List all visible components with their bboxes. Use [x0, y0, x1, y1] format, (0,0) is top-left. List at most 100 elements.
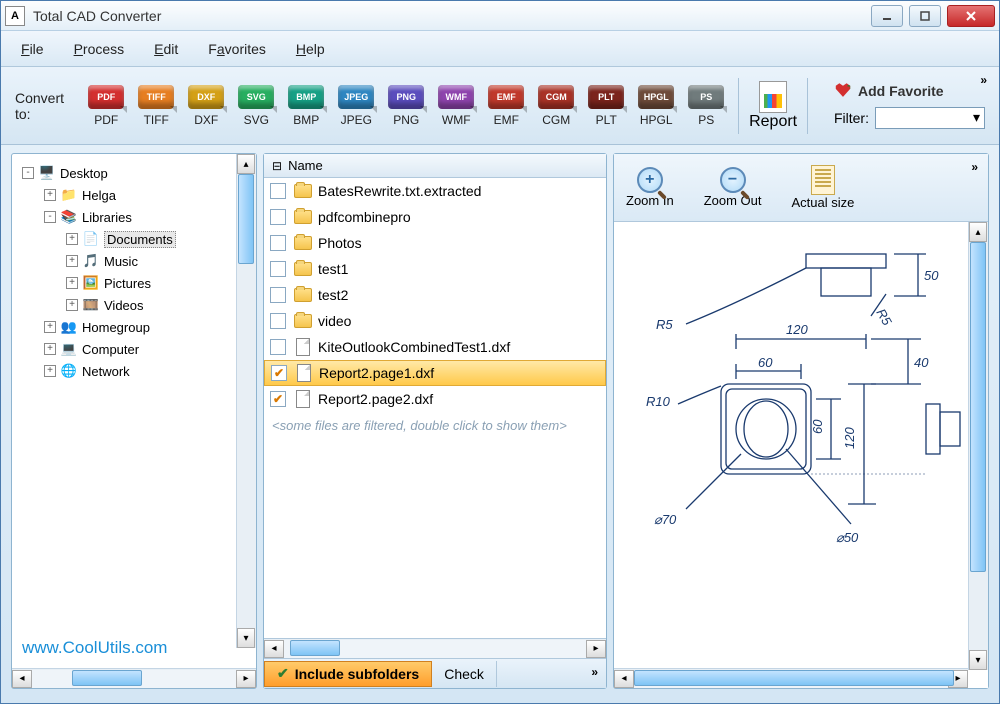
file-row[interactable]: ✔Report2.page1.dxf [264, 360, 606, 386]
file-row[interactable]: test1 [264, 256, 606, 282]
format-jpeg-button[interactable]: JPEGJPEG [334, 85, 378, 127]
format-cgm-button[interactable]: CGMCGM [534, 85, 578, 127]
zoom-out-button[interactable]: − Zoom Out [704, 167, 762, 208]
checkbox[interactable] [270, 313, 286, 329]
add-favorite-button[interactable]: Add Favorite [834, 83, 985, 99]
scroll-left-icon[interactable]: ◂ [264, 640, 284, 658]
format-plt-button[interactable]: PLTPLT [584, 85, 628, 127]
scroll-left-icon[interactable]: ◂ [12, 670, 32, 688]
check-button[interactable]: Check [432, 661, 497, 687]
filter-input[interactable]: ▾ [875, 107, 985, 129]
checkbox[interactable] [270, 339, 286, 355]
file-row[interactable]: test2 [264, 282, 606, 308]
scroll-down-icon[interactable]: ▾ [237, 628, 255, 648]
tree-item-music[interactable]: +🎵Music [14, 250, 254, 272]
file-horizontal-scrollbar[interactable]: ◂ ▸ [264, 638, 606, 658]
preview-horizontal-scrollbar[interactable]: ◂ ▸ [614, 668, 968, 688]
checkbox[interactable] [270, 183, 286, 199]
filter-hint[interactable]: <some files are filtered, double click t… [264, 412, 606, 439]
scroll-right-icon[interactable]: ▸ [236, 670, 256, 688]
include-subfolders-button[interactable]: ✔ Include subfolders [264, 661, 432, 687]
format-svg-button[interactable]: SVGSVG [234, 85, 278, 127]
file-list[interactable]: BatesRewrite.txt.extractedpdfcombineproP… [264, 178, 606, 638]
expander-icon[interactable]: + [66, 299, 78, 311]
menu-file[interactable]: File [21, 41, 44, 57]
expander-icon[interactable]: + [44, 189, 56, 201]
actual-size-button[interactable]: Actual size [791, 165, 854, 210]
menu-process[interactable]: Process [74, 41, 125, 57]
expander-icon[interactable]: + [66, 233, 78, 245]
format-tiff-button[interactable]: TIFFTIFF [134, 85, 178, 127]
minimize-button[interactable] [871, 5, 903, 27]
scroll-up-icon[interactable]: ▴ [969, 222, 987, 242]
format-label: DXF [194, 113, 218, 127]
menu-edit[interactable]: Edit [154, 41, 178, 57]
scroll-down-icon[interactable]: ▾ [969, 650, 987, 670]
tree-item-pictures[interactable]: +🖼️Pictures [14, 272, 254, 294]
close-button[interactable] [947, 5, 995, 27]
format-ps-button[interactable]: PSPS [684, 85, 728, 127]
scroll-thumb[interactable] [290, 640, 340, 656]
scroll-thumb[interactable] [72, 670, 142, 686]
file-row[interactable]: ✔Report2.page2.dxf [264, 386, 606, 412]
file-icon [296, 390, 310, 408]
tree-item-videos[interactable]: +🎞️Videos [14, 294, 254, 316]
checkbox[interactable] [270, 261, 286, 277]
format-png-button[interactable]: PNGPNG [384, 85, 428, 127]
maximize-button[interactable] [909, 5, 941, 27]
file-row[interactable]: BatesRewrite.txt.extracted [264, 178, 606, 204]
format-label: EMF [494, 113, 519, 127]
watermark-link[interactable]: www.CoolUtils.com [22, 638, 167, 658]
format-hpgl-button[interactable]: HPGLHPGL [634, 85, 678, 127]
expander-icon[interactable]: - [22, 167, 34, 179]
tree-item-label: Helga [82, 188, 116, 203]
expander-icon[interactable]: - [44, 211, 56, 223]
format-pdf-button[interactable]: PDFPDF [84, 85, 128, 127]
report-button[interactable]: Report [749, 81, 797, 131]
expander-icon[interactable]: + [44, 321, 56, 333]
menu-favorites[interactable]: Favorites [208, 41, 266, 57]
file-list-header[interactable]: ⊟ Name [264, 154, 606, 178]
checkbox[interactable]: ✔ [271, 365, 287, 381]
tree-horizontal-scrollbar[interactable]: ◂ ▸ [12, 668, 256, 688]
toolbar-overflow-icon[interactable]: » [980, 73, 987, 87]
tree-item-helga[interactable]: +📁Helga [14, 184, 254, 206]
expander-icon[interactable]: + [44, 343, 56, 355]
tree-item-computer[interactable]: +💻Computer [14, 338, 254, 360]
expander-icon[interactable]: + [66, 255, 78, 267]
format-label: PS [698, 113, 714, 127]
format-wmf-button[interactable]: WMFWMF [434, 85, 478, 127]
tree-item-desktop[interactable]: -🖥️Desktop [14, 162, 254, 184]
preview-viewport[interactable]: 50 R5 120 40 60 R10 [614, 222, 988, 688]
expander-icon[interactable]: + [66, 277, 78, 289]
tree-item-homegroup[interactable]: +👥Homegroup [14, 316, 254, 338]
preview-overflow-icon[interactable]: » [971, 160, 978, 174]
scroll-thumb[interactable] [634, 670, 954, 686]
preview-vertical-scrollbar[interactable]: ▴ ▾ [968, 222, 988, 670]
checkbox[interactable] [270, 209, 286, 225]
file-row[interactable]: video [264, 308, 606, 334]
tree-item-network[interactable]: +🌐Network [14, 360, 254, 382]
footer-overflow-icon[interactable]: » [591, 665, 598, 679]
expander-icon[interactable]: + [44, 365, 56, 377]
scroll-thumb[interactable] [238, 174, 254, 264]
format-dxf-button[interactable]: DXFDXF [184, 85, 228, 127]
scroll-up-icon[interactable]: ▴ [237, 154, 255, 174]
tree-vertical-scrollbar[interactable]: ▴ ▾ [236, 154, 256, 648]
format-bmp-button[interactable]: BMPBMP [284, 85, 328, 127]
scroll-left-icon[interactable]: ◂ [614, 670, 634, 688]
file-row[interactable]: pdfcombinepro [264, 204, 606, 230]
file-row[interactable]: Photos [264, 230, 606, 256]
checkbox[interactable]: ✔ [270, 391, 286, 407]
format-emf-button[interactable]: EMFEMF [484, 85, 528, 127]
checkbox[interactable] [270, 287, 286, 303]
tree-item-documents[interactable]: +📄Documents [14, 228, 254, 250]
scroll-right-icon[interactable]: ▸ [586, 640, 606, 658]
scroll-thumb[interactable] [970, 242, 986, 572]
tree-item-libraries[interactable]: -📚Libraries [14, 206, 254, 228]
checkbox[interactable] [270, 235, 286, 251]
file-row[interactable]: KiteOutlookCombinedTest1.dxf [264, 334, 606, 360]
folder-tree[interactable]: -🖥️Desktop+📁Helga-📚Libraries+📄Documents+… [12, 154, 256, 668]
menu-help[interactable]: Help [296, 41, 325, 57]
zoom-in-button[interactable]: + Zoom In [626, 167, 674, 208]
